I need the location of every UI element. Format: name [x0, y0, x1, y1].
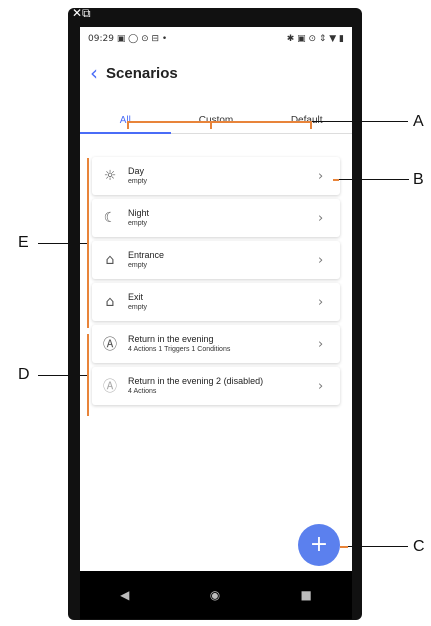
scenario-name: Return in the evening: [128, 333, 214, 344]
exit-icon: ⌂: [105, 294, 115, 310]
callout-d-label: D: [18, 366, 30, 383]
android-nav-bar: ◀ ◉ ■: [80, 571, 352, 619]
chevron-right-icon: ›: [318, 294, 324, 310]
scenario-card-night[interactable]: ☾ Night empty ›: [92, 199, 340, 237]
scenario-card-return-evening-2[interactable]: Ⓐ Return in the evening 2 (disabled) 4 Ac…: [92, 367, 340, 405]
callout-b-line: [339, 179, 409, 180]
callout-c-label: C: [413, 538, 425, 555]
callout-e-label: E: [18, 234, 29, 251]
nav-home-icon[interactable]: ◉: [210, 588, 220, 602]
nav-recent-icon[interactable]: ■: [301, 588, 312, 602]
status-right-icons: ✱ ▣ ⊙ ⇕ ▼ ▮: [286, 34, 344, 44]
scenario-name: Day: [128, 165, 145, 176]
moon-icon: ☾: [103, 210, 117, 226]
chevron-right-icon: ›: [318, 168, 324, 184]
scenario-list: ☼ Day empty › ☾ Night empty › ⌂ Entrance em…: [92, 157, 340, 409]
callout-a-line: [312, 121, 408, 122]
scenario-detail: empty: [128, 219, 148, 227]
nav-back-icon[interactable]: ◀: [120, 588, 129, 602]
back-chevron-icon[interactable]: ‹: [90, 63, 98, 83]
auto-icon: Ⓐ: [103, 379, 117, 395]
callout-a-label: A: [413, 113, 424, 130]
callout-a-tick-default: [310, 121, 312, 129]
callout-a-tick-all: [127, 121, 129, 129]
header: ‹ Scenarios: [90, 63, 178, 83]
scenario-name: Night: [128, 207, 150, 218]
auto-icon: Ⓐ: [103, 337, 117, 353]
scenario-name: Entrance: [128, 249, 165, 260]
top-toolbar-icons: ✕⧉: [72, 6, 91, 20]
callout-d-bracket: [87, 334, 89, 416]
callout-a-bar: [127, 121, 312, 123]
status-left: 09:29 ▣ ◯ ⊙ ⊟ •: [88, 34, 167, 44]
scenario-detail: empty: [128, 261, 148, 269]
entrance-icon: ⌂: [105, 252, 115, 268]
page-title: Scenarios: [106, 64, 178, 82]
callout-e-line: [38, 243, 87, 244]
chevron-right-icon: ›: [318, 378, 324, 394]
callout-d-line: [38, 375, 87, 376]
scenario-card-day[interactable]: ☼ Day empty ›: [92, 157, 340, 195]
callout-e-bracket: [87, 158, 89, 328]
scenario-detail: empty: [128, 177, 148, 185]
scenario-card-entrance[interactable]: ⌂ Entrance empty ›: [92, 241, 340, 279]
scenario-detail: 4 Actions: [128, 387, 157, 395]
status-left-icons: ▣ ◯ ⊙ ⊟ •: [116, 34, 168, 44]
callout-a-tick-custom: [210, 121, 212, 129]
status-bar: 09:29 ▣ ◯ ⊙ ⊟ • ✱ ▣ ⊙ ⇕ ▼ ▮: [80, 27, 352, 51]
add-scenario-button[interactable]: +: [298, 524, 340, 566]
scenario-card-return-evening[interactable]: Ⓐ Return in the evening 4 Actions 1 Trigg…: [92, 325, 340, 363]
sun-icon: ☼: [103, 168, 117, 184]
app-screen: 09:29 ▣ ◯ ⊙ ⊟ • ✱ ▣ ⊙ ⇕ ▼ ▮ ‹ Scenarios …: [80, 27, 352, 571]
callout-b-label: B: [413, 171, 424, 188]
scenario-name: Return in the evening 2 (disabled): [128, 375, 264, 386]
chevron-right-icon: ›: [318, 252, 324, 268]
scenario-name: Exit: [128, 291, 144, 302]
callout-c-marker: [340, 546, 348, 548]
scenario-detail: empty: [128, 303, 148, 311]
callout-c-line: [348, 546, 408, 547]
chevron-right-icon: ›: [318, 210, 324, 226]
scenario-card-exit[interactable]: ⌂ Exit empty ›: [92, 283, 340, 321]
status-time: 09:29: [88, 34, 114, 44]
scenario-detail: 4 Actions 1 Triggers 1 Conditions: [128, 345, 231, 353]
chevron-right-icon: ›: [318, 336, 324, 352]
